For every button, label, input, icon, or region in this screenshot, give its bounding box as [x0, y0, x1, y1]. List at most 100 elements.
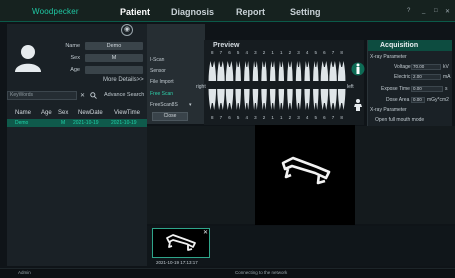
mode-sensor[interactable]: Sensor	[150, 68, 166, 74]
mode-panel	[147, 24, 205, 124]
lower-tooth[interactable]	[235, 89, 241, 110]
name-field[interactable]: Demo	[85, 42, 143, 50]
lower-tooth-number: 5	[314, 115, 318, 120]
voltage-field[interactable]: 70.00	[411, 64, 441, 70]
expose-time-field[interactable]: 0.00	[411, 86, 443, 92]
upper-tooth-numbers: 8765432112345678	[211, 50, 343, 55]
mode-file-import[interactable]: File Import	[150, 79, 174, 85]
upper-tooth[interactable]	[337, 61, 346, 81]
lower-tooth-number: 3	[297, 115, 300, 120]
advance-search-button[interactable]: Advance Search	[104, 92, 144, 98]
lower-tooth[interactable]	[217, 89, 225, 110]
upper-tooth[interactable]	[217, 61, 225, 81]
name-label: Name	[65, 43, 80, 49]
dose-area-unit: mGy*cm2	[427, 97, 449, 103]
lower-tooth[interactable]	[304, 89, 310, 110]
scan-icon[interactable]: ◉	[121, 24, 133, 36]
search-icon[interactable]	[90, 92, 97, 99]
upper-tooth[interactable]	[252, 61, 259, 81]
lower-tooth[interactable]	[252, 89, 259, 110]
upper-tooth[interactable]	[287, 61, 293, 81]
sensor-image	[281, 156, 331, 185]
dose-area-field[interactable]: 0.00	[411, 97, 425, 103]
upper-tooth-number: 1	[271, 50, 274, 55]
upper-tooth-number: 2	[262, 50, 266, 55]
upper-tooth[interactable]	[235, 61, 241, 81]
lower-tooth[interactable]	[261, 89, 267, 110]
lower-tooth-number: 7	[219, 115, 223, 120]
lower-tooth[interactable]	[208, 89, 217, 110]
upper-tooth[interactable]	[304, 61, 310, 81]
column-header-sex[interactable]: Sex	[58, 110, 68, 116]
age-field[interactable]	[85, 66, 143, 74]
electric-label: Electric	[394, 74, 411, 80]
upper-tooth[interactable]	[269, 61, 276, 81]
upper-tooth-number: 3	[297, 50, 300, 55]
dental-chart[interactable]	[208, 57, 346, 113]
upper-tooth[interactable]	[225, 61, 234, 81]
tab-patient[interactable]: Patient	[120, 7, 150, 17]
upper-tooth-number: 4	[245, 50, 249, 55]
person-icon[interactable]	[351, 60, 365, 78]
lower-tooth[interactable]	[313, 89, 319, 110]
child-icon[interactable]	[353, 98, 363, 112]
row-name: Demo	[15, 120, 29, 126]
lower-tooth-number: 2	[288, 115, 292, 120]
app-brand: Woodpecker	[32, 7, 79, 16]
tab-setting[interactable]: Setting	[290, 7, 321, 17]
lower-tooth[interactable]	[244, 89, 250, 110]
electric-unit: mA	[443, 74, 451, 80]
lower-tooth-number: 6	[323, 115, 326, 120]
upper-tooth[interactable]	[278, 61, 285, 81]
avatar-icon	[15, 45, 41, 72]
tab-report[interactable]: Report	[236, 7, 265, 17]
lower-tooth-number: 1	[271, 115, 274, 120]
lower-tooth[interactable]	[287, 89, 293, 110]
upper-tooth-number: 4	[305, 50, 309, 55]
lower-tooth[interactable]	[295, 89, 302, 110]
lower-tooth-number: 2	[262, 115, 266, 120]
acquisition-title: Acquisition	[380, 42, 419, 49]
dropdown-arrow-icon[interactable]: ▾	[189, 102, 192, 108]
xray-image[interactable]	[255, 125, 355, 225]
upper-tooth[interactable]	[329, 61, 337, 81]
upper-tooth[interactable]	[295, 61, 302, 81]
lower-tooth[interactable]	[337, 89, 346, 110]
lower-tooth[interactable]	[329, 89, 337, 110]
mode-freescan8s[interactable]: FreeScan8S	[150, 102, 178, 108]
search-input[interactable]: KeyWords	[7, 91, 77, 100]
dose-area-label: Dose Area	[386, 97, 410, 103]
upper-tooth[interactable]	[244, 61, 250, 81]
upper-tooth[interactable]	[313, 61, 319, 81]
upper-tooth[interactable]	[261, 61, 267, 81]
lower-tooth[interactable]	[320, 89, 329, 110]
maximize-button[interactable]: □	[434, 8, 438, 14]
help-button[interactable]: ?	[407, 8, 410, 14]
close-window-button[interactable]: ✕	[445, 8, 450, 15]
tab-diagnosis[interactable]: Diagnosis	[171, 7, 214, 17]
mode-iscan[interactable]: I-Scan	[150, 57, 164, 63]
upper-tooth-number: 5	[314, 50, 318, 55]
electric-field[interactable]: 2.00	[411, 74, 441, 80]
minimize-button[interactable]: _	[422, 8, 425, 14]
sex-field[interactable]: M	[85, 54, 143, 62]
column-header-newdate[interactable]: NewDate	[78, 110, 103, 116]
upper-tooth[interactable]	[208, 61, 217, 81]
clear-icon[interactable]: ✕	[80, 92, 85, 99]
upper-tooth-number: 5	[236, 50, 240, 55]
lower-tooth[interactable]	[269, 89, 276, 110]
lower-tooth-number: 1	[280, 115, 283, 120]
open-full-mouth-mode-button[interactable]: Open full mouth mode	[375, 117, 424, 123]
lower-tooth[interactable]	[278, 89, 285, 110]
upper-tooth[interactable]	[320, 61, 329, 81]
upper-tooth-number: 6	[228, 50, 231, 55]
column-header-age[interactable]: Age	[41, 110, 52, 116]
close-button[interactable]: Close	[152, 112, 188, 121]
column-header-viewtime[interactable]: ViewTime	[114, 110, 140, 116]
thumbnail-item[interactable]	[152, 228, 210, 258]
mode-free-scan[interactable]: Free Scan	[150, 91, 173, 97]
column-header-name[interactable]: Name	[15, 110, 31, 116]
thumbnail-close-icon[interactable]: ✕	[203, 229, 208, 236]
lower-tooth[interactable]	[225, 89, 234, 110]
more-details-link[interactable]: More Details>>	[103, 77, 144, 83]
